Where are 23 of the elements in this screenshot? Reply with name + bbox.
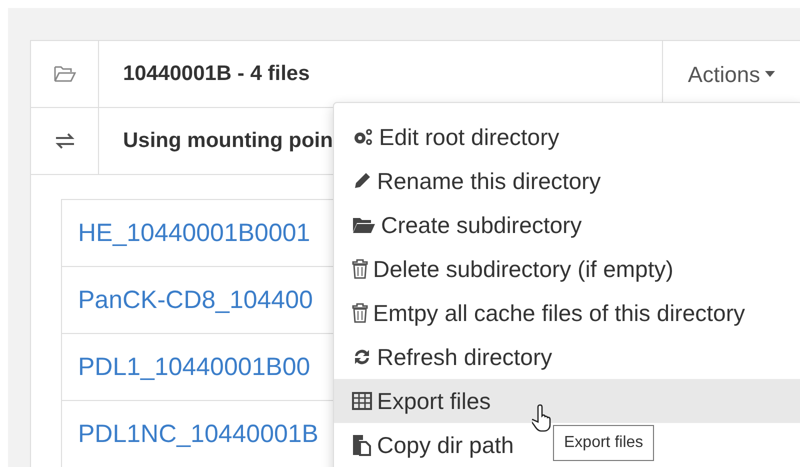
menu-item[interactable]: Emtpy all cache files of this directory (334, 291, 755, 335)
menu-item[interactable]: Create subdirectory (334, 203, 592, 247)
pencil-icon (352, 171, 372, 191)
actions-button[interactable]: Actions (680, 54, 784, 94)
menu-item[interactable]: Copy dir path (334, 423, 524, 467)
trash-icon (352, 303, 368, 323)
menu-item[interactable]: Export files (334, 379, 800, 423)
mounting-point-text: Using mounting poin (123, 128, 333, 154)
menu-item[interactable]: Delete subdirectory (if empty) (334, 247, 684, 291)
copy-icon (352, 434, 372, 456)
caret-icon (765, 71, 776, 77)
gears-icon (352, 127, 374, 147)
folder-icon (352, 216, 376, 234)
menu-item[interactable]: Rename this directory (334, 159, 611, 203)
menu-item[interactable]: Refresh directory (334, 335, 562, 379)
tooltip: Export files (553, 425, 654, 461)
menu-item[interactable]: Edit root directory (334, 115, 570, 159)
directory-title: 10440001B - 4 files (123, 61, 310, 88)
swap-icon (54, 133, 74, 149)
trash-icon (352, 259, 368, 279)
table-icon (352, 392, 372, 410)
folder-icon (54, 66, 76, 82)
refresh-icon (352, 347, 372, 367)
